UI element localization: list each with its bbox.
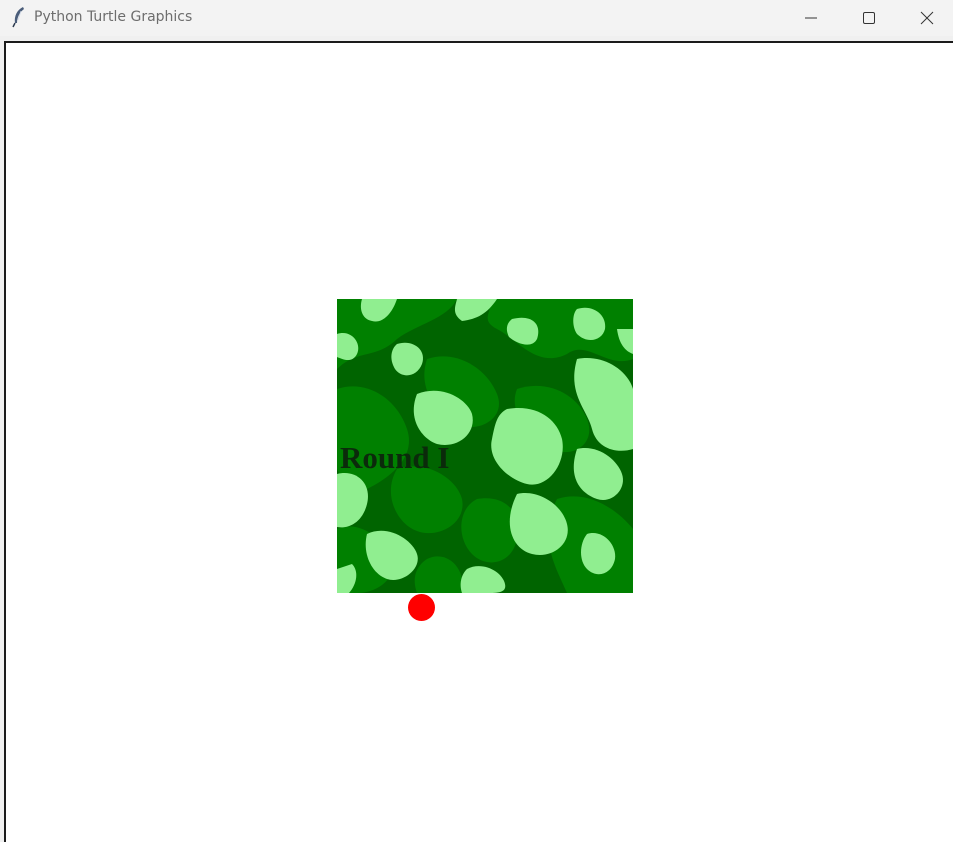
title-bar[interactable]: Python Turtle Graphics [0, 0, 953, 36]
turtle-canvas[interactable]: Round I [4, 41, 953, 842]
turtle-window: Python Turtle Graphics Round I [0, 0, 953, 842]
window-title: Python Turtle Graphics [34, 9, 193, 25]
round-label: Round I [340, 440, 450, 475]
feather-icon [11, 6, 27, 28]
maximize-icon [863, 12, 875, 24]
close-button[interactable] [899, 0, 953, 36]
minimize-button[interactable] [783, 0, 841, 36]
minimize-icon [805, 17, 817, 19]
maximize-button[interactable] [841, 0, 899, 36]
red-dot [408, 594, 435, 621]
close-icon [920, 11, 934, 25]
